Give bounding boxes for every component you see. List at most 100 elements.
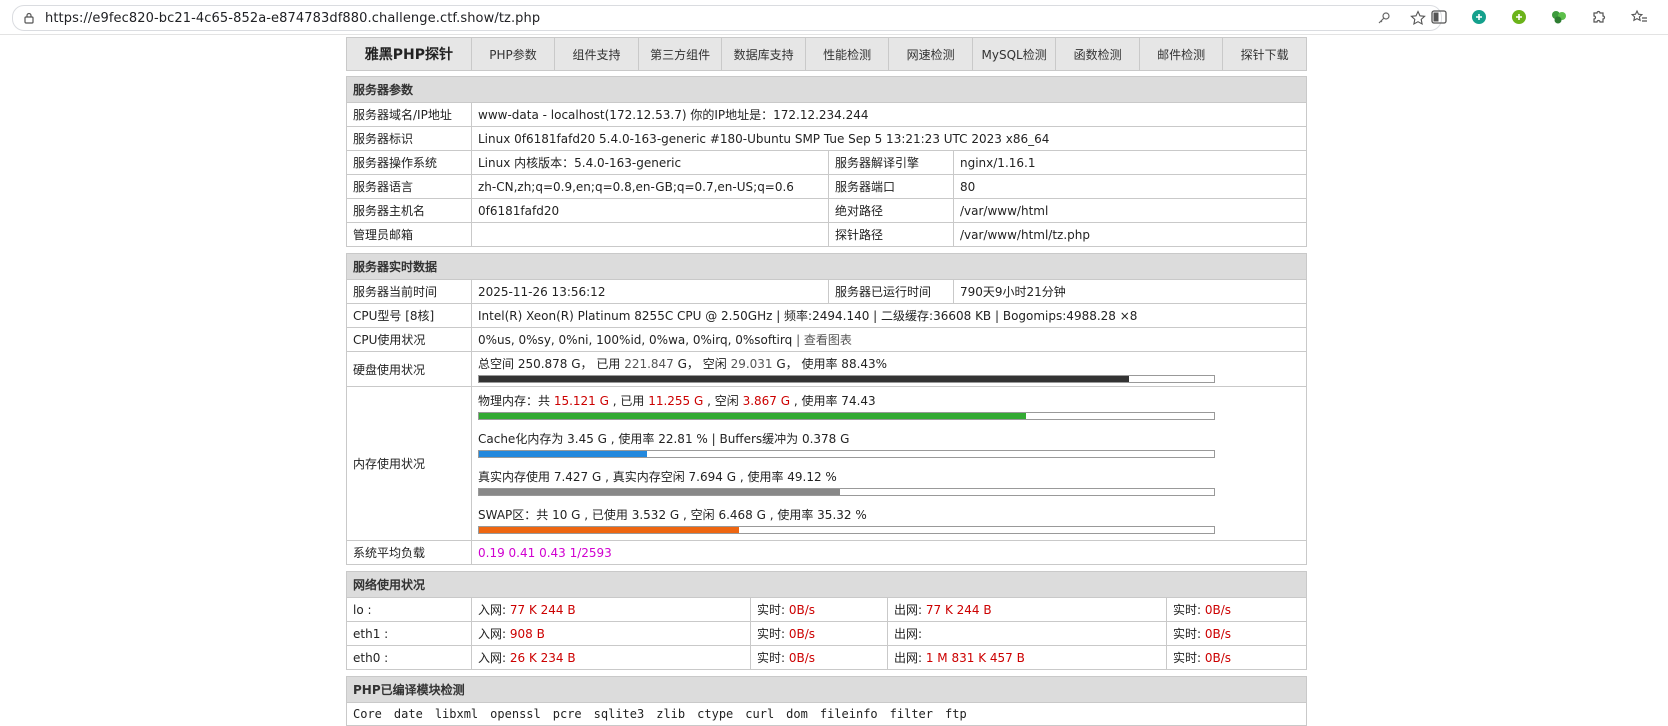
table-row: eth0 : 入网: 26 K 234 B 实时: 0B/s 出网: 1 M 8… <box>346 645 1307 670</box>
nav-mysql[interactable]: MySQL检测 <box>973 38 1057 70</box>
module-list: Core date libxml openssl pcre sqlite3 zlib ctyp… <box>346 702 1307 726</box>
modules-table: PHP已编译模块检测 Core date libxml openssl pcre sqli… <box>346 676 1307 726</box>
cache-mem-text: Cache化内存为 3.45 G , 使用率 22.81 % | Buffers… <box>478 432 850 446</box>
section-title: 服务器参数 <box>346 76 1307 103</box>
section-title: 服务器实时数据 <box>346 253 1307 280</box>
net-rt-out: 实时: 0B/s <box>1166 645 1307 670</box>
extension-green-icon[interactable] <box>1510 8 1528 26</box>
row-label: 系统平均负载 <box>346 540 472 565</box>
nav-third-party[interactable]: 第三方组件 <box>639 38 723 70</box>
row-label: 服务器主机名 <box>346 198 472 223</box>
real-mem-bar <box>478 488 1215 496</box>
row-label: 管理员邮箱 <box>346 222 472 247</box>
row-value: www-data - localhost(172.12.53.7) 你的IP地址… <box>471 102 1307 127</box>
row-value: 2025-11-26 13:56:12 <box>471 279 829 304</box>
swap-text: SWAP区：共 10 G , 已使用 3.532 G , 空闲 6.468 G … <box>478 508 867 522</box>
nav-database[interactable]: 数据库支持 <box>722 38 806 70</box>
iface-name: lo : <box>346 597 472 622</box>
view-chart-link[interactable]: | 查看图表 <box>796 333 852 347</box>
key-icon[interactable] <box>1375 9 1393 27</box>
nav-php-params[interactable]: PHP参数 <box>472 38 556 70</box>
row-value: /var/www/html/tz.php <box>953 222 1307 247</box>
module-item: ftp <box>945 707 967 721</box>
row-value: 790天9小时21分钟 <box>953 279 1307 304</box>
nav-performance[interactable]: 性能检测 <box>806 38 890 70</box>
table-row: lo : 入网: 77 K 244 B 实时: 0B/s 出网: 77 K 24… <box>346 597 1307 622</box>
nav-mail[interactable]: 邮件检测 <box>1140 38 1224 70</box>
net-rt-out: 实时: 0B/s <box>1166 621 1307 646</box>
row-value: 物理内存：共 15.121 G , 已用 11.255 G , 空闲 3.867… <box>471 386 1307 541</box>
module-item: filter <box>889 707 934 721</box>
disk-usage-text: 总空间 250.878 G， 已用 221.847 G， 空闲 29.031 G… <box>478 357 888 371</box>
row-value: Linux 内核版本：5.4.0-163-generic <box>471 150 829 175</box>
address-bar[interactable]: https://e9fec820-bc21-4c65-852a-e874783d… <box>12 5 1442 31</box>
phys-mem-bar <box>478 412 1215 420</box>
row-value: 80 <box>953 174 1307 199</box>
row-label: 服务器端口 <box>828 174 954 199</box>
iface-name: eth1 : <box>346 621 472 646</box>
row-value <box>471 222 829 247</box>
row-value: 总空间 250.878 G， 已用 221.847 G， 空闲 29.031 G… <box>471 351 1307 387</box>
net-rt-out: 实时: 0B/s <box>1166 597 1307 622</box>
net-rt-in: 实时: 0B/s <box>750 645 888 670</box>
row-label: 服务器解译引擎 <box>828 150 954 175</box>
module-item: pcre <box>552 707 582 721</box>
module-item: ctype <box>697 707 734 721</box>
row-label: CPU使用状况 <box>346 327 472 352</box>
extension-teal-icon[interactable] <box>1470 8 1488 26</box>
row-value: zh-CN,zh;q=0.9,en;q=0.8,en-GB;q=0.7,en-U… <box>471 174 829 199</box>
net-out: 出网: 1 M 831 K 457 B <box>887 645 1167 670</box>
extension-leaf-icon[interactable] <box>1550 8 1568 26</box>
row-value: /var/www/html <box>953 198 1307 223</box>
row-label: 服务器标识 <box>346 126 472 151</box>
star-icon[interactable] <box>1409 9 1427 27</box>
net-rt-in: 实时: 0B/s <box>750 621 888 646</box>
server-params-table: 服务器参数 服务器域名/IP地址 www-data - localhost(17… <box>346 76 1307 247</box>
net-in: 入网: 26 K 234 B <box>471 645 751 670</box>
sidebar-icon[interactable] <box>1430 8 1448 26</box>
section-title: 网络使用状况 <box>346 571 1307 598</box>
favorites-icon[interactable] <box>1630 8 1648 26</box>
cpu-usage-text: 0%us, 0%sy, 0%ni, 100%id, 0%wa, 0%irq, 0… <box>478 333 793 347</box>
nav-functions[interactable]: 函数检测 <box>1056 38 1140 70</box>
row-value: Linux 0f6181fafd20 5.4.0-163-generic #18… <box>471 126 1307 151</box>
module-item: openssl <box>490 707 541 721</box>
net-in: 入网: 77 K 244 B <box>471 597 751 622</box>
row-label: 绝对路径 <box>828 198 954 223</box>
row-label: CPU型号 [8核] <box>346 303 472 328</box>
row-label: 服务器操作系统 <box>346 150 472 175</box>
net-in: 入网: 908 B <box>471 621 751 646</box>
browser-toolbar: https://e9fec820-bc21-4c65-852a-e874783d… <box>0 0 1668 35</box>
site-info-icon[interactable] <box>23 12 35 24</box>
row-value: 0f6181fafd20 <box>471 198 829 223</box>
nav-network-speed[interactable]: 网速检测 <box>889 38 973 70</box>
net-rt-in: 实时: 0B/s <box>750 597 888 622</box>
row-value: 0%us, 0%sy, 0%ni, 100%id, 0%wa, 0%irq, 0… <box>471 327 1307 352</box>
swap-bar <box>478 526 1215 534</box>
module-item: dom <box>786 707 808 721</box>
phys-mem-text: 物理内存：共 15.121 G , 已用 11.255 G , 空闲 3.867… <box>478 394 876 408</box>
row-label: 服务器当前时间 <box>346 279 472 304</box>
url-text[interactable]: https://e9fec820-bc21-4c65-852a-e874783d… <box>45 11 540 26</box>
module-item: date <box>393 707 423 721</box>
nav-brand[interactable]: 雅黑PHP探针 <box>347 38 472 70</box>
network-table: 网络使用状况 lo : 入网: 77 K 244 B 实时: 0B/s 出网: … <box>346 571 1307 670</box>
nav-download[interactable]: 探针下载 <box>1223 38 1306 70</box>
realtime-table: 服务器实时数据 服务器当前时间 2025-11-26 13:56:12 服务器已… <box>346 253 1307 565</box>
extensions-puzzle-icon[interactable] <box>1590 8 1608 26</box>
module-item: curl <box>745 707 775 721</box>
module-item: Core <box>353 707 382 721</box>
row-value: 0.19 0.41 0.43 1/2593 <box>471 540 1307 565</box>
section-title: PHP已编译模块检测 <box>346 676 1307 703</box>
module-item: libxml <box>434 707 479 721</box>
iface-name: eth0 : <box>346 645 472 670</box>
row-label: 内存使用状况 <box>346 386 472 541</box>
disk-usage-bar <box>478 375 1215 383</box>
row-value: nginx/1.16.1 <box>953 150 1307 175</box>
top-nav: 雅黑PHP探针 PHP参数 组件支持 第三方组件 数据库支持 性能检测 网速检测… <box>346 37 1307 71</box>
module-item: sqlite3 <box>593 707 645 721</box>
probe-page: 雅黑PHP探针 PHP参数 组件支持 第三方组件 数据库支持 性能检测 网速检测… <box>346 37 1307 726</box>
table-row: eth1 : 入网: 908 B 实时: 0B/s 出网: 实时: 0B/s <box>346 621 1307 646</box>
row-label: 硬盘使用状况 <box>346 351 472 387</box>
nav-components[interactable]: 组件支持 <box>555 38 639 70</box>
